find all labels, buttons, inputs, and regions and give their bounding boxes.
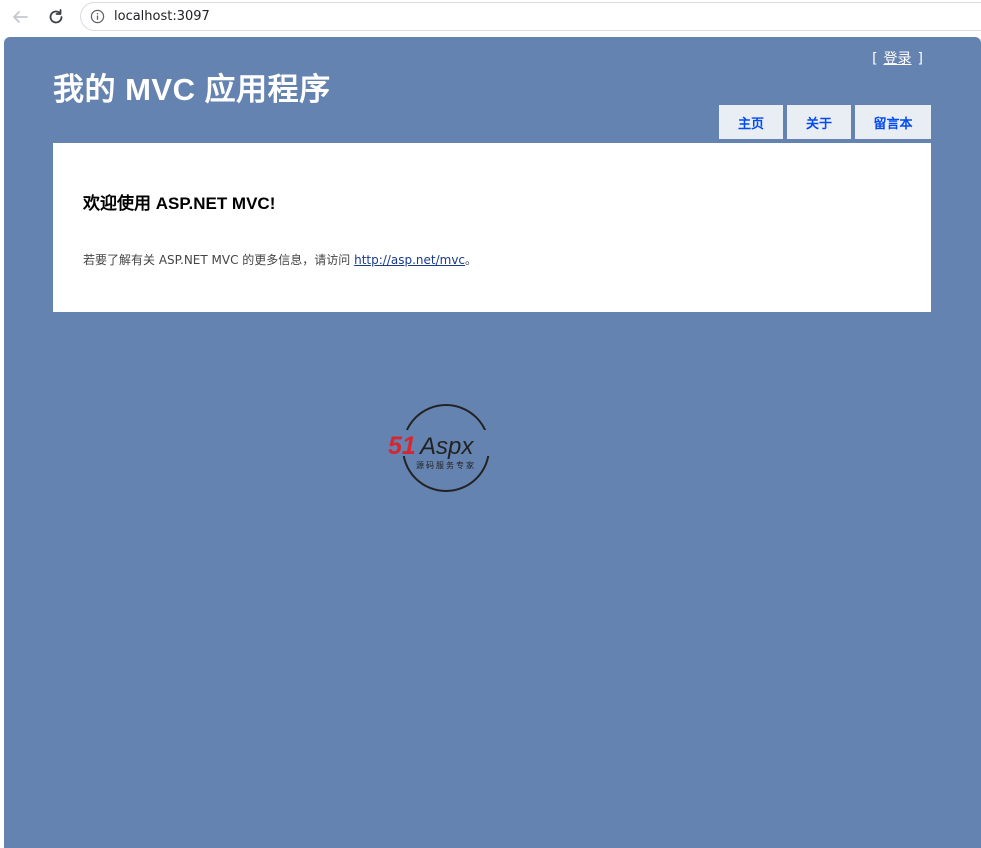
info-prefix: 若要了解有关 ASP.NET MVC 的更多信息，请访问 xyxy=(83,253,355,267)
login-bracket-open: [ xyxy=(872,51,878,67)
welcome-heading: 欢迎使用 ASP.NET MVC! xyxy=(83,194,276,213)
login-link[interactable]: 登录 xyxy=(884,51,912,67)
logo-51: 51 xyxy=(388,432,416,460)
reload-button[interactable] xyxy=(44,6,68,28)
menu-item-home[interactable]: 主页 xyxy=(719,105,783,139)
logo-tagline: 源码服务专家 xyxy=(416,460,476,470)
asp-net-link[interactable]: http://asp.net/mvc xyxy=(354,253,465,267)
site-title: 我的 MVC 应用程序 xyxy=(53,72,331,107)
login-display: [ 登录] xyxy=(872,48,923,68)
address-bar[interactable]: localhost:3097 xyxy=(80,2,981,31)
menu-item-about[interactable]: 关于 xyxy=(787,105,851,139)
back-arrow-icon xyxy=(13,11,28,23)
reload-icon xyxy=(49,9,63,24)
main-menu: 主页 关于 留言本 xyxy=(719,105,931,139)
info-icon[interactable] xyxy=(90,9,105,24)
page-body: [ 登录] 我的 MVC 应用程序 主页 关于 留言本 欢迎使用 ASP.NET … xyxy=(4,37,981,848)
url-text[interactable]: localhost:3097 xyxy=(114,9,210,24)
info-text: 若要了解有关 ASP.NET MVC 的更多信息，请访问 http://asp.… xyxy=(83,251,477,268)
browser-toolbar: localhost:3097 xyxy=(0,0,981,35)
back-button[interactable] xyxy=(8,6,32,28)
info-suffix: 。 xyxy=(465,253,478,267)
menu-item-guestbook[interactable]: 留言本 xyxy=(855,105,931,139)
logo-aspx: Aspx xyxy=(418,433,474,460)
51aspx-watermark-logo: 51 Aspx 源码服务专家 xyxy=(388,404,510,492)
main-content: 欢迎使用 ASP.NET MVC! 若要了解有关 ASP.NET MVC 的更多… xyxy=(53,143,931,312)
login-bracket-close: ] xyxy=(917,51,923,67)
